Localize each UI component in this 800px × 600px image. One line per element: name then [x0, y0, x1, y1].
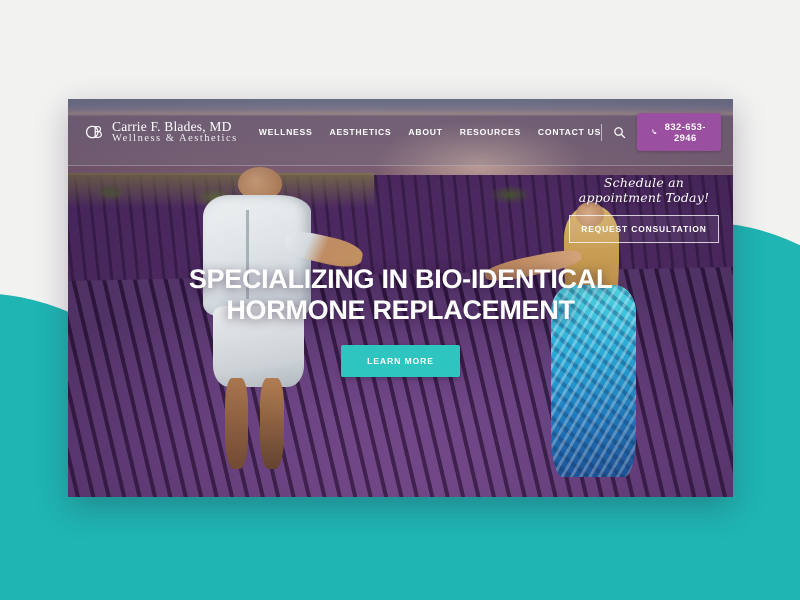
- cb-monogram-icon: [85, 125, 102, 139]
- nav-link-contact-us[interactable]: CONTACT US: [538, 127, 601, 137]
- brand-text-block: Carrie F. Blades, MD Wellness & Aestheti…: [112, 118, 238, 144]
- brand-tagline: Wellness & Aesthetics: [112, 132, 238, 144]
- schedule-cta-line2: appointment Today!: [578, 190, 710, 206]
- hero-headline-line2: HORMONE REPLACEMENT: [226, 294, 575, 325]
- schedule-cta-line1: Schedule an: [603, 175, 685, 190]
- brand-name: Carrie F. Blades, MD: [112, 118, 232, 134]
- tree-right: [480, 178, 541, 205]
- primary-navigation: WELLNESS AESTHETICS ABOUT RESOURCES CONT…: [259, 127, 601, 137]
- nav-link-aesthetics[interactable]: AESTHETICS: [329, 127, 391, 137]
- navbar-divider: [601, 123, 602, 141]
- hero-headline: SPECIALIZING IN BIO-IDENTICAL HORMONE RE…: [68, 264, 733, 326]
- nav-link-about[interactable]: ABOUT: [408, 127, 442, 137]
- navbar-right-group: 832-653-2946: [601, 113, 721, 151]
- nav-link-wellness[interactable]: WELLNESS: [259, 127, 313, 137]
- search-button[interactable]: [613, 123, 626, 141]
- phone-cta-button[interactable]: 832-653-2946: [636, 113, 721, 151]
- website-preview-panel: Carrie F. Blades, MD Wellness & Aestheti…: [68, 99, 733, 497]
- search-icon: [614, 126, 626, 138]
- phone-icon: [652, 129, 657, 134]
- schedule-cta-block: Schedule an appointment Today! REQUEST C…: [569, 175, 719, 243]
- phone-number-label: 832-653-2946: [664, 121, 706, 143]
- nav-link-resources[interactable]: RESOURCES: [460, 127, 521, 137]
- hero-content-center: SPECIALIZING IN BIO-IDENTICAL HORMONE RE…: [68, 264, 733, 377]
- man-leg-left: [225, 378, 249, 470]
- request-consultation-button[interactable]: REQUEST CONSULTATION: [569, 214, 719, 243]
- hero-headline-line1: SPECIALIZING IN BIO-IDENTICAL: [188, 264, 613, 294]
- learn-more-button[interactable]: LEARN MORE: [341, 344, 460, 377]
- page-root: Carrie F. Blades, MD Wellness & Aestheti…: [0, 0, 800, 600]
- schedule-cta-script-text: Schedule an appointment Today!: [569, 175, 719, 206]
- brand-logo[interactable]: Carrie F. Blades, MD Wellness & Aestheti…: [84, 118, 238, 144]
- site-navbar: Carrie F. Blades, MD Wellness & Aestheti…: [68, 99, 733, 166]
- man-leg-right: [260, 378, 284, 470]
